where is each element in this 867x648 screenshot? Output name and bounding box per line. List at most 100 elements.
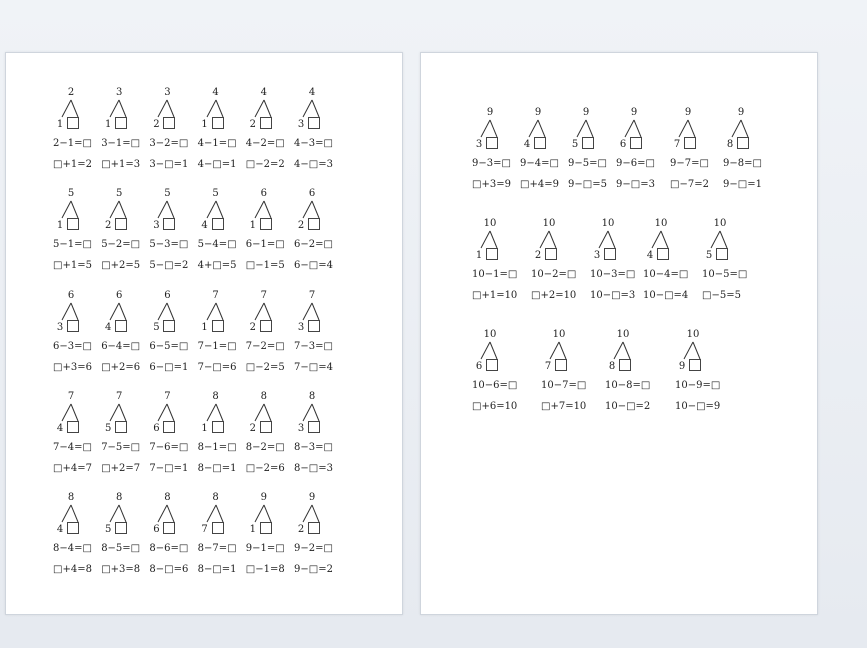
bond-whole-number: 7 <box>212 290 219 301</box>
subtraction-equation: 8−7=□ <box>197 543 237 554</box>
bond-known-part: 1 <box>475 250 483 261</box>
bond-whole-number: 10 <box>483 218 497 229</box>
subtraction-equation: 2−1=□ <box>53 138 92 149</box>
answer-box[interactable] <box>684 137 696 149</box>
missing-number-equation: 9−□=2 <box>294 564 333 575</box>
answer-box[interactable] <box>67 320 79 332</box>
answer-box[interactable] <box>630 137 642 149</box>
answer-box[interactable] <box>115 117 128 129</box>
number-bond-exercise: 6 5 6−5=□ 6−□=1 <box>149 290 200 385</box>
bond-whole-number: 6 <box>308 188 316 199</box>
answer-box[interactable] <box>308 117 320 129</box>
bond-branch-lines <box>61 200 79 219</box>
answer-box[interactable] <box>308 320 320 332</box>
answer-box[interactable] <box>716 248 728 260</box>
answer-box[interactable] <box>545 248 557 260</box>
bond-branch-lines <box>206 504 224 523</box>
subtraction-equation: 10−3=□ <box>590 269 636 280</box>
bond-branch-lines <box>254 200 272 219</box>
missing-number-equation: □−1=8 <box>245 564 285 575</box>
bond-whole-number: 7 <box>116 391 123 402</box>
answer-box[interactable] <box>486 137 498 149</box>
bond-known-part: 8 <box>608 361 616 372</box>
answer-box[interactable] <box>259 421 272 433</box>
answer-box[interactable] <box>308 421 320 433</box>
missing-number-equation: 9−□=3 <box>616 179 655 190</box>
answer-box[interactable] <box>163 117 176 129</box>
answer-box[interactable] <box>211 522 224 534</box>
bond-branch-lines <box>683 341 701 360</box>
answer-box[interactable] <box>67 218 79 230</box>
subtraction-equation: 8−3=□ <box>294 442 333 453</box>
answer-box[interactable] <box>555 359 567 371</box>
number-bond-exercise: 10 9 10−9=□ 10−□=9 <box>675 329 726 424</box>
subtraction-equation: 7−1=□ <box>197 341 237 352</box>
missing-number-equation: 4+□=5 <box>197 260 237 271</box>
answer-box[interactable] <box>67 522 79 534</box>
bond-whole-number: 8 <box>212 391 219 402</box>
bond-whole-number: 9 <box>308 492 316 503</box>
answer-box[interactable] <box>211 117 224 129</box>
bond-branch-lines <box>254 403 272 422</box>
answer-box[interactable] <box>115 522 128 534</box>
bond-whole-number: 6 <box>67 290 75 301</box>
bond-known-part: 3 <box>153 220 160 231</box>
missing-number-equation: 9−□=1 <box>723 179 762 190</box>
bond-known-part: 4 <box>105 322 112 333</box>
answer-box[interactable] <box>211 218 224 230</box>
answer-box[interactable] <box>737 137 749 149</box>
bond-branch-lines <box>254 504 272 523</box>
answer-box[interactable] <box>308 218 320 230</box>
answer-box[interactable] <box>259 218 272 230</box>
answer-box[interactable] <box>115 320 128 332</box>
number-bond-exercise: 9 8 9−8=□ 9−□=1 <box>723 107 774 202</box>
answer-box[interactable] <box>619 359 631 371</box>
bond-whole-number: 10 <box>552 329 566 340</box>
answer-box[interactable] <box>582 137 594 149</box>
bond-whole-number: 8 <box>67 492 75 503</box>
bond-branch-lines <box>624 119 642 138</box>
worksheet-page-1: 2 1 2−1=□ □+1=2 3 1 3−1=□ □+1=3 3 2 3−2=□ 3−□=1 4 1 4−… <box>5 52 403 615</box>
answer-box[interactable] <box>657 248 669 260</box>
missing-number-equation: □+1=3 <box>101 159 141 170</box>
bond-known-part: 6 <box>619 139 627 150</box>
number-bond-exercise: 7 3 7−3=□ 7−□=4 <box>294 290 345 385</box>
answer-box[interactable] <box>308 522 320 534</box>
bond-known-part: 3 <box>593 250 601 261</box>
answer-box[interactable] <box>604 248 616 260</box>
number-bond-exercise: 4 2 4−2=□ □−2=2 <box>245 87 297 182</box>
answer-box[interactable] <box>259 320 272 332</box>
missing-number-equation: 5−□=2 <box>149 260 189 271</box>
number-bond-exercise: 10 2 10−2=□ □+2=10 <box>531 218 582 313</box>
bond-branch-lines <box>109 504 127 523</box>
answer-box[interactable] <box>259 117 272 129</box>
answer-box[interactable] <box>534 137 546 149</box>
answer-box[interactable] <box>163 421 176 433</box>
bond-branch-lines <box>254 302 272 321</box>
answer-box[interactable] <box>259 522 272 534</box>
missing-number-equation: □+4=8 <box>53 564 92 575</box>
missing-number-equation: 10−□=2 <box>605 401 651 412</box>
missing-number-equation: □−2=2 <box>245 159 285 170</box>
number-bond-exercise: 10 1 10−1=□ □+1=10 <box>472 218 523 313</box>
bond-whole-number: 4 <box>308 87 316 98</box>
number-bond-exercise: 9 2 9−2=□ 9−□=2 <box>294 492 345 587</box>
answer-box[interactable] <box>163 522 176 534</box>
answer-box[interactable] <box>115 421 128 433</box>
bond-whole-number: 10 <box>483 329 497 340</box>
bond-whole-number: 9 <box>534 107 542 118</box>
answer-box[interactable] <box>211 421 224 433</box>
answer-box[interactable] <box>486 248 498 260</box>
answer-box[interactable] <box>115 218 128 230</box>
answer-box[interactable] <box>163 218 176 230</box>
subtraction-equation: 5−2=□ <box>101 239 141 250</box>
answer-box[interactable] <box>486 359 498 371</box>
answer-box[interactable] <box>163 320 176 332</box>
answer-box[interactable] <box>211 320 224 332</box>
bond-branch-lines <box>61 99 79 118</box>
answer-box[interactable] <box>67 117 79 129</box>
answer-box[interactable] <box>67 421 79 433</box>
bond-branch-lines <box>157 302 175 321</box>
bond-branch-lines <box>109 200 127 219</box>
answer-box[interactable] <box>689 359 701 371</box>
